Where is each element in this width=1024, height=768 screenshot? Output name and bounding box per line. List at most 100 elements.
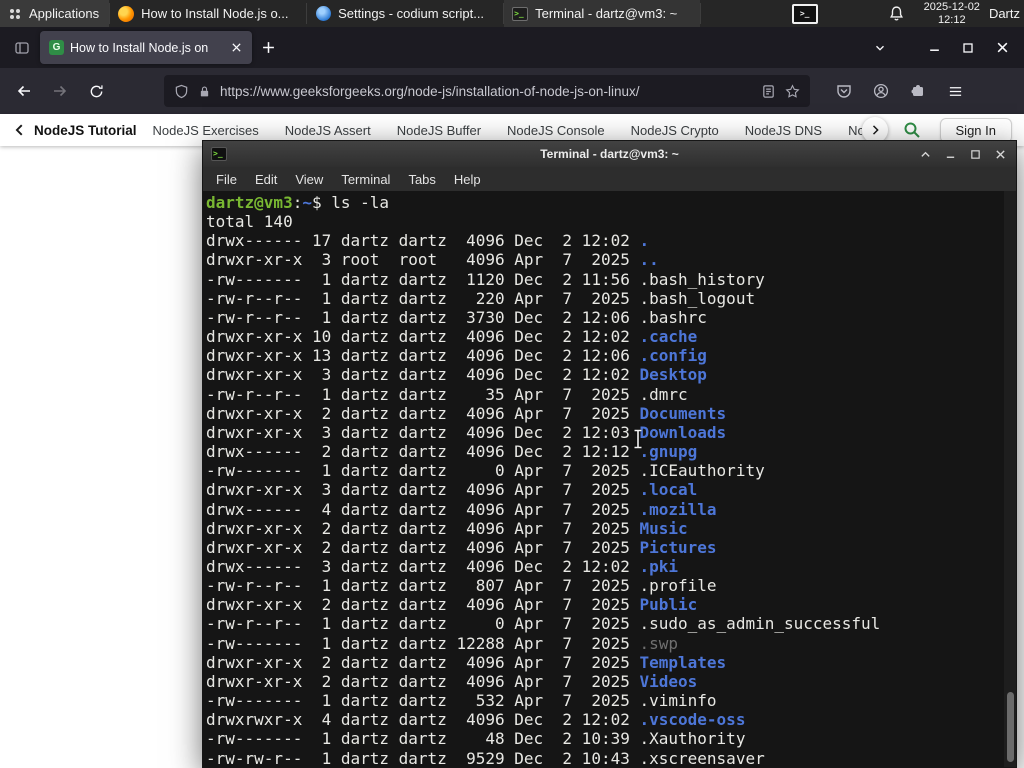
terminal-line: -rw-r--r-- 1 dartz dartz 0 Apr 7 2025 .s… [206,614,881,634]
terminal-line: drwxr-xr-x 2 dartz dartz 4096 Apr 7 2025… [206,595,698,615]
terminal-minimize-button[interactable] [942,146,958,162]
menu-view[interactable]: View [286,171,332,188]
terminal-line: total 140 [206,212,293,232]
desktop: Applications How to Install Node.js o...… [0,0,1024,768]
new-tab-button[interactable] [256,36,280,60]
site-nav-link[interactable]: NodeJS Exercises [153,123,259,138]
taskbar-item-terminal[interactable]: >_ Terminal - dartz@vm3: ~ [504,0,701,27]
menu-edit[interactable]: Edit [246,171,286,188]
menu-file[interactable]: File [207,171,246,188]
terminal-title: Terminal - dartz@vm3: ~ [540,147,679,161]
clock-time: 12:12 [938,13,966,26]
window-maximize-button[interactable] [956,36,980,60]
terminal-line: -rw-r--r-- 1 dartz dartz 220 Apr 7 2025 … [206,288,756,308]
terminal-line: drwxr-xr-x 2 dartz dartz 4096 Apr 7 2025… [206,537,717,557]
terminal-line: drwxr-xr-x 3 dartz dartz 4096 Apr 7 2025… [206,480,698,500]
reload-button[interactable] [80,75,112,107]
terminal-line: -rw-rw-r-- 1 dartz dartz 9529 Dec 2 10:4… [206,748,765,767]
tab-bar: G How to Install Node.js on [0,27,1024,68]
terminal-lines: dartz@vm3:~$ ls -la total 140 drwx------ 1… [206,193,1002,767]
window-close-button[interactable] [990,36,1014,60]
tab-favicon: G [49,40,64,55]
menu-terminal[interactable]: Terminal [332,171,399,188]
terminal-line: drwxr-xr-x 3 dartz dartz 4096 Dec 2 12:0… [206,365,707,385]
site-nav-link[interactable]: NodeJS Buffer [397,123,481,138]
nav-chevron-left-icon[interactable] [10,120,30,140]
taskbar-item-settings[interactable]: Settings - codium script... [307,0,503,27]
terminal-scrollbar[interactable] [1004,191,1016,767]
back-button[interactable] [8,75,40,107]
search-icon[interactable] [900,118,924,142]
terminal-line: drwxr-xr-x 3 root root 4096 Apr 7 2025 .… [206,250,659,270]
clock[interactable]: 2025-12-02 12:12 [915,1,989,26]
settings-icon [315,6,331,22]
tab-close-icon[interactable] [226,38,246,58]
terminal-close-button[interactable] [992,146,1008,162]
menu-tabs[interactable]: Tabs [399,171,444,188]
terminal-line: -rw------- 1 dartz dartz 532 Apr 7 2025 … [206,691,717,711]
url-bar[interactable]: https://www.geeksforgeeks.org/node-js/in… [164,75,810,107]
terminal-line: drwxr-xr-x 13 dartz dartz 4096 Dec 2 12:… [206,346,707,366]
tab-title: How to Install Node.js on [70,40,209,55]
lock-icon[interactable] [198,85,211,98]
terminal-menubar: File Edit View Terminal Tabs Help [203,167,1016,191]
applications-icon [8,7,22,21]
terminal-line: drwxr-xr-x 10 dartz dartz 4096 Dec 2 12:… [206,327,698,347]
account-icon[interactable] [865,75,897,107]
terminal-line: drwx------ 2 dartz dartz 4096 Dec 2 12:1… [206,442,698,462]
taskbar-item-label: How to Install Node.js o... [141,6,289,21]
terminal-titlebar[interactable]: >_ Terminal - dartz@vm3: ~ [203,141,1016,167]
terminal-window-controls [917,146,1008,162]
menu-button[interactable] [939,75,971,107]
site-nav-links: NodeJS Exercises NodeJS Assert NodeJS Bu… [153,123,862,138]
bookmark-star-icon[interactable] [785,83,800,99]
firefox-icon [118,5,135,22]
sign-in-button[interactable]: Sign In [939,117,1012,143]
scrollbar-thumb[interactable] [1007,692,1014,762]
clock-date: 2025-12-02 [923,1,980,13]
list-all-tabs-button[interactable] [868,36,892,60]
terminal-line: -rw------- 1 dartz dartz 0 Apr 7 2025 .I… [206,461,765,481]
terminal-screen[interactable]: dartz@vm3:~$ ls -la total 140 drwx------ 1… [203,191,1016,767]
toolbar-right-icons [828,75,971,107]
tracking-shield-icon[interactable] [174,84,189,99]
panel-user-label: Dartz [988,6,1020,21]
tray-terminal-icon[interactable]: >_ [791,3,818,24]
terminal-line: -rw------- 1 dartz dartz 48 Dec 2 10:39 … [206,729,746,749]
terminal-line: -rw-r--r-- 1 dartz dartz 807 Apr 7 2025 … [206,576,717,596]
terminal-line: -rw-r--r-- 1 dartz dartz 35 Apr 7 2025 .… [206,384,688,404]
terminal-line: drwxr-xr-x 3 dartz dartz 4096 Dec 2 12:0… [206,422,727,442]
site-nav-link[interactable]: NodeJS Assert [285,123,371,138]
taskbar-item-browser[interactable]: How to Install Node.js o... [110,0,306,27]
site-nav-primary[interactable]: NodeJS Tutorial [34,123,137,138]
site-nav-link[interactable]: Node [848,123,861,138]
pocket-icon[interactable] [828,75,860,107]
terminal-rollup-button[interactable] [917,146,933,162]
terminal-line: drwxr-xr-x 2 dartz dartz 4096 Apr 7 2025… [206,671,698,691]
forward-button[interactable] [44,75,76,107]
applications-label: Applications [29,6,100,21]
site-nav-link[interactable]: NodeJS Crypto [631,123,719,138]
terminal-line: -rw------- 1 dartz dartz 1120 Dec 2 11:5… [206,269,765,289]
site-nav-link[interactable]: NodeJS DNS [745,123,822,138]
terminal-line: -rw------- 1 dartz dartz 12288 Apr 7 202… [206,633,679,653]
applications-menu-button[interactable]: Applications [0,0,110,27]
firefox-view-button[interactable] [8,34,36,62]
terminal-line: drwxrwxr-x 4 dartz dartz 4096 Dec 2 12:0… [206,710,746,730]
extensions-icon[interactable] [902,75,934,107]
menu-help[interactable]: Help [445,171,490,188]
taskbar-item-label: Terminal - dartz@vm3: ~ [535,6,678,21]
browser-toolbar: https://www.geeksforgeeks.org/node-js/in… [0,68,1024,114]
terminal-maximize-button[interactable] [967,146,983,162]
site-nav-link[interactable]: NodeJS Console [507,123,605,138]
terminal-icon: >_ [512,6,529,22]
notification-bell-icon[interactable] [888,5,905,22]
terminal-app-icon: >_ [211,147,227,161]
taskbar-item-label: Settings - codium script... [338,6,485,21]
terminal-line: drwx------ 4 dartz dartz 4096 Apr 7 2025… [206,499,717,519]
panel-spacer [701,0,792,27]
terminal-line: drwx------ 3 dartz dartz 4096 Dec 2 12:0… [206,556,679,576]
reader-view-icon[interactable] [761,84,776,99]
window-minimize-button[interactable] [922,36,946,60]
browser-tab[interactable]: G How to Install Node.js on [40,31,252,64]
